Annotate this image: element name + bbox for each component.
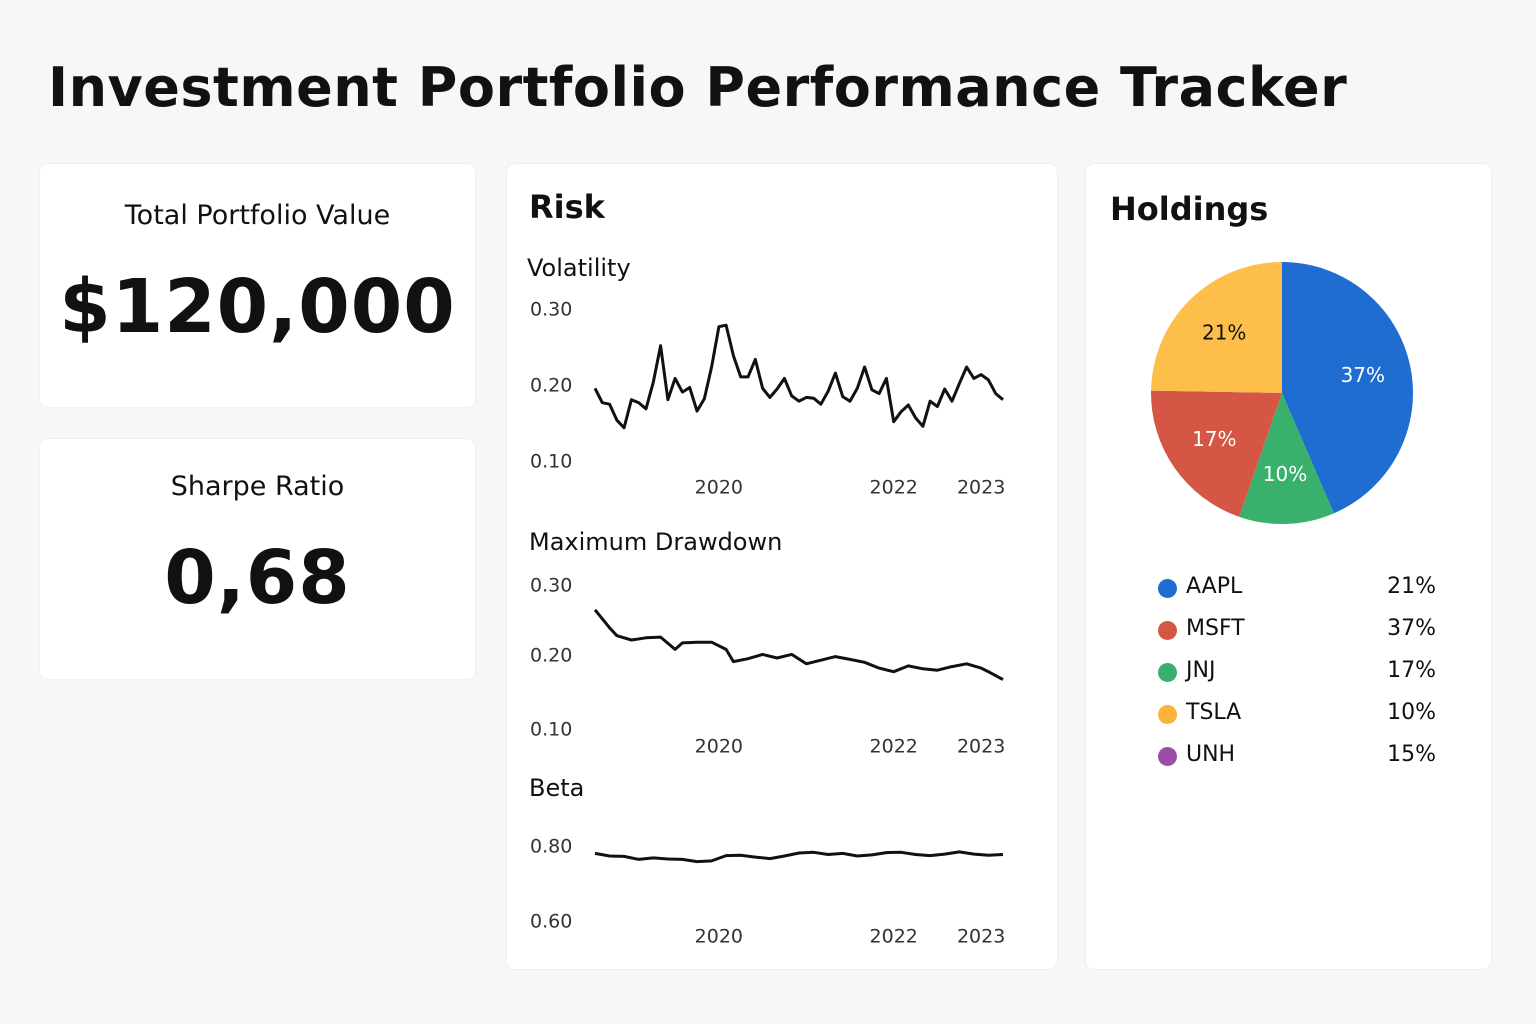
legend-swatch: [1158, 621, 1177, 640]
pie-slices: 37% 10% 17% 21%: [1150, 262, 1413, 524]
holdings-pie-chart: 37% 10% 17% 21%: [1150, 262, 1413, 524]
portfolio-value-label: Total Portfolio Value: [124, 200, 391, 231]
holdings-legend: AAPL 21% MSFT 37% JNJ 17% TSLA 10% UNH 15%: [1156, 572, 1436, 782]
legend-item: UNH 15%: [1156, 740, 1436, 782]
beta-y-tick-label: 0.80: [530, 836, 572, 858]
legend-swatch: [1158, 747, 1177, 766]
volatility-series-line: [593, 323, 1004, 430]
beta-x-tick-label: 2022: [870, 926, 918, 948]
volatility-x-tick-label: 2020: [695, 477, 743, 499]
max-drawdown-x-tick-label: 2020: [695, 736, 743, 758]
pie-slice-label: 21%: [1202, 321, 1246, 345]
risk-charts: 0.30 0.20 0.10 2020 2022 2023 0.30 0.20 0.10 2020…: [530, 299, 1005, 948]
volatility-y-tick-label: 0.30: [530, 299, 572, 321]
legend-ticker: AAPL: [1186, 574, 1243, 599]
beta-x-tick-label: 2020: [695, 926, 743, 948]
volatility-y-tick-label: 0.20: [530, 375, 572, 397]
pie-slice-label: 17%: [1192, 427, 1236, 451]
page-title: Investment Portfolio Performance Tracker: [48, 56, 1348, 119]
risk-panel: Risk Volatility Maximum Drawdown Beta 0.…: [507, 164, 1057, 969]
max-drawdown-chart: 0.30 0.20 0.10 2020 2022 2023: [530, 575, 1005, 758]
max-drawdown-y-tick-label: 0.20: [530, 645, 572, 667]
holdings-panel: Holdings 37% 10% 17% 21% AAPL 21% MSFT 37% JNJ 1…: [1086, 164, 1491, 969]
max-drawdown-series-line: [593, 608, 1004, 681]
sharpe-ratio-label: Sharpe Ratio: [170, 471, 345, 502]
beta-chart: 0.80 0.60 2020 2022 2023: [530, 836, 1005, 948]
sharpe-ratio-card: Sharpe Ratio 0,68: [40, 439, 475, 679]
legend-item: JNJ 17%: [1156, 656, 1436, 698]
max-drawdown-y-tick-label: 0.10: [530, 719, 572, 741]
legend-swatch: [1158, 663, 1177, 682]
portfolio-value: $120,000: [59, 264, 456, 350]
beta-series-line: [594, 850, 1004, 864]
legend-ticker: JNJ: [1186, 658, 1216, 683]
portfolio-value-card: Total Portfolio Value $120,000: [40, 164, 475, 407]
volatility-x-tick-label: 2023: [957, 477, 1005, 499]
legend-percent: 15%: [1387, 742, 1436, 767]
legend-ticker: MSFT: [1186, 616, 1245, 641]
legend-swatch: [1158, 705, 1177, 724]
max-drawdown-x-tick-label: 2023: [957, 736, 1005, 758]
legend-percent: 17%: [1387, 658, 1436, 683]
pie-slice-label: 37%: [1341, 363, 1385, 387]
legend-item: MSFT 37%: [1156, 614, 1436, 656]
max-drawdown-x-tick-label: 2022: [870, 736, 918, 758]
pie-slice-label: 10%: [1263, 462, 1307, 486]
sharpe-ratio-value: 0,68: [164, 535, 351, 621]
volatility-x-tick-label: 2022: [870, 477, 918, 499]
volatility-chart: 0.30 0.20 0.10 2020 2022 2023: [530, 299, 1005, 499]
beta-x-tick-label: 2023: [957, 926, 1005, 948]
legend-ticker: UNH: [1186, 742, 1236, 767]
legend-swatch: [1158, 579, 1177, 598]
legend-percent: 37%: [1387, 616, 1436, 641]
legend-percent: 10%: [1387, 700, 1436, 725]
legend-percent: 21%: [1387, 574, 1436, 599]
max-drawdown-y-tick-label: 0.30: [530, 575, 572, 597]
legend-ticker: TSLA: [1186, 700, 1242, 725]
beta-y-tick-label: 0.60: [530, 911, 572, 933]
legend-item: AAPL 21%: [1156, 572, 1436, 614]
legend-item: TSLA 10%: [1156, 698, 1436, 740]
volatility-y-tick-label: 0.10: [530, 451, 572, 473]
